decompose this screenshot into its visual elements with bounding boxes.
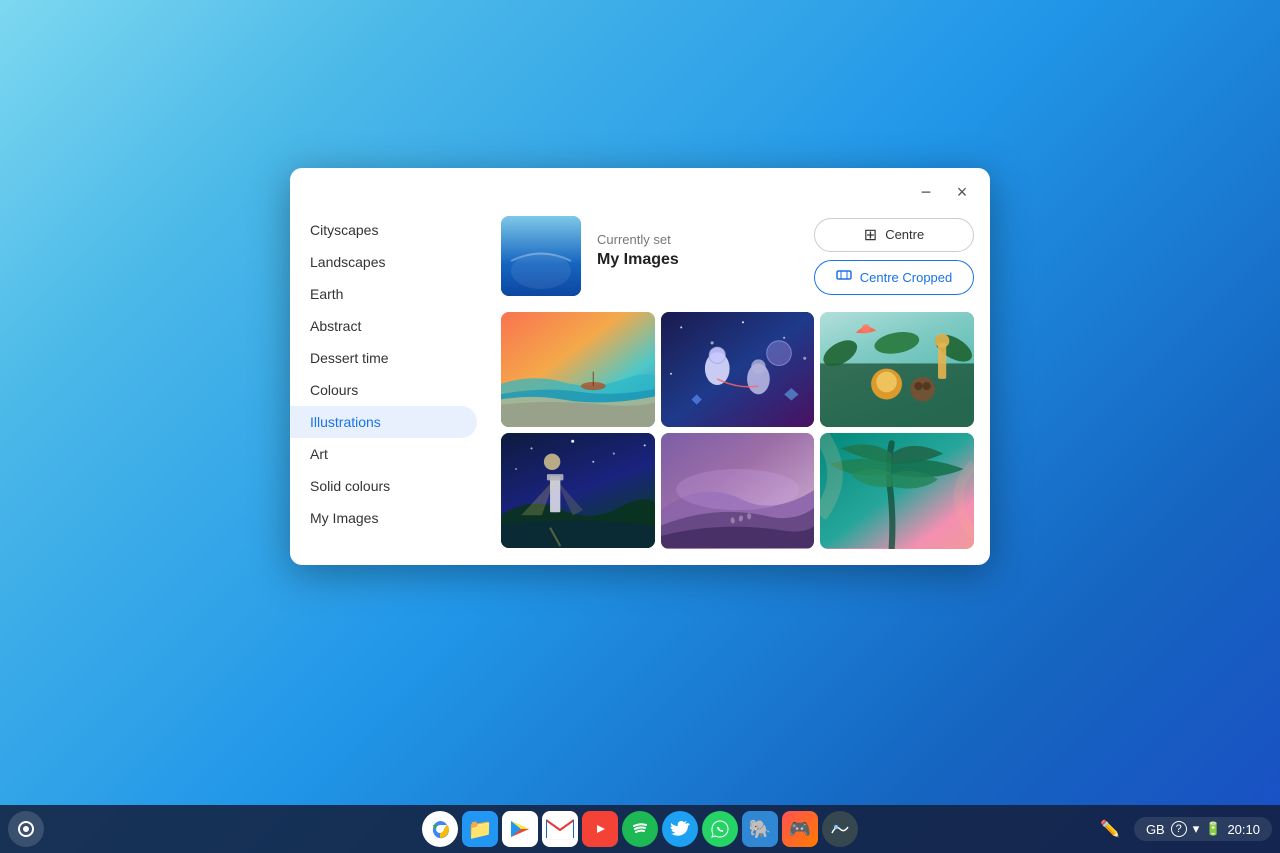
centre-icon: ⊞ [864,225,877,245]
current-info: Currently set My Images [597,232,798,281]
edit-icon[interactable]: ✏️ [1092,811,1128,847]
taskbar-spotify[interactable] [622,811,658,847]
taskbar-youtube[interactable] [582,811,618,847]
sidebar-item-art[interactable]: Art [290,438,477,470]
taskbar-mastodon[interactable]: 🐘 [742,811,778,847]
sidebar-item-abstract[interactable]: Abstract [290,310,477,342]
sidebar-item-landscapes[interactable]: Landscapes [290,246,477,278]
taskbar-chrome[interactable] [422,811,458,847]
taskbar-twitter[interactable] [662,811,698,847]
help-icon: ? [1171,821,1187,837]
taskbar: 📁 [0,805,1280,853]
current-name: My Images [597,251,798,269]
taskbar-right: ✏️ GB ? ▾ 🔋 20:10 [1092,811,1272,847]
sidebar-item-colours[interactable]: Colours [290,374,477,406]
wifi-icon: ▾ [1193,821,1200,837]
launcher-button[interactable] [8,811,44,847]
wallpaper-item-4[interactable] [501,433,655,548]
sidebar-item-illustrations[interactable]: Illustrations [290,406,477,438]
network-label: GB [1146,822,1165,837]
sidebar-item-solid-colours[interactable]: Solid colours [290,470,477,502]
taskbar-whatsapp[interactable] [702,811,738,847]
taskbar-center: 📁 [422,811,858,847]
centre-cropped-icon [836,267,852,288]
current-thumbnail [501,216,581,296]
taskbar-files[interactable]: 📁 [462,811,498,847]
taskbar-left [8,811,44,847]
wallpaper-grid [501,312,974,549]
centre-cropped-button[interactable]: Centre Cropped [814,260,974,295]
wallpaper-dialog: − × Cityscapes Landscapes Earth Abstract… [290,168,990,565]
wallpaper-item-1[interactable] [501,312,655,427]
clock: 20:10 [1227,822,1260,837]
sidebar-item-dessert-time[interactable]: Dessert time [290,342,477,374]
sidebar: Cityscapes Landscapes Earth Abstract Des… [290,206,485,565]
taskbar-wallpaper[interactable] [822,811,858,847]
current-wallpaper-section: Currently set My Images ⊞ Centre [501,216,974,296]
minimize-button[interactable]: − [912,178,940,206]
centre-cropped-label: Centre Cropped [860,270,953,285]
sidebar-item-earth[interactable]: Earth [290,278,477,310]
system-tray[interactable]: GB ? ▾ 🔋 20:10 [1134,817,1272,841]
wallpaper-item-3[interactable] [820,312,974,427]
desktop: − × Cityscapes Landscapes Earth Abstract… [0,0,1280,853]
titlebar: − × [290,168,990,206]
wallpaper-item-5[interactable] [661,433,815,548]
wallpaper-item-2[interactable] [661,312,815,427]
close-button[interactable]: × [948,178,976,206]
battery-icon: 🔋 [1205,821,1221,837]
dialog-body: Cityscapes Landscapes Earth Abstract Des… [290,206,990,565]
centre-label: Centre [885,227,924,242]
centre-button[interactable]: ⊞ Centre [814,218,974,252]
taskbar-gmail[interactable] [542,811,578,847]
taskbar-play[interactable] [502,811,538,847]
position-buttons: ⊞ Centre Centre Cropped [814,218,974,295]
wallpaper-item-6[interactable] [820,433,974,548]
current-label: Currently set [597,232,798,247]
sidebar-item-my-images[interactable]: My Images [290,502,477,534]
sidebar-item-cityscapes[interactable]: Cityscapes [290,214,477,246]
taskbar-app1[interactable]: 🎮 [782,811,818,847]
main-content: Currently set My Images ⊞ Centre [485,206,990,565]
